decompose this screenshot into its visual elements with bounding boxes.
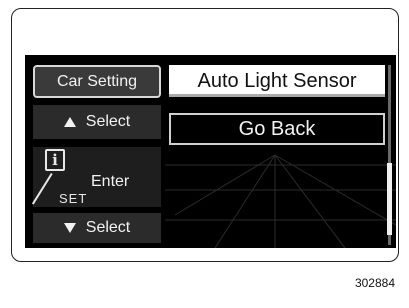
figure-code: 302884 <box>354 276 395 290</box>
select-down-button[interactable]: Select <box>33 213 161 243</box>
triangle-down-icon <box>63 223 76 233</box>
category-button[interactable]: Car Setting <box>33 65 161 98</box>
select-up-label: Select <box>85 113 131 130</box>
menu-item-auto-light-sensor[interactable]: Auto Light Sensor <box>169 65 385 97</box>
menu-item-go-back[interactable]: Go Back <box>169 113 385 145</box>
display-screen: Car Setting Select i SET Enter Select Au… <box>25 55 396 248</box>
scrollbar-thumb[interactable] <box>387 163 392 235</box>
slash-divider <box>31 173 53 205</box>
menu-item-label: Go Back <box>238 117 316 140</box>
select-up-button[interactable]: Select <box>33 105 161 139</box>
select-down-label: Select <box>85 219 131 236</box>
category-label: Car Setting <box>56 72 138 90</box>
enter-label: Enter <box>91 173 130 190</box>
menu-item-label: Auto Light Sensor <box>197 69 357 92</box>
triangle-up-icon <box>63 117 76 127</box>
info-icon: i <box>45 149 65 171</box>
set-label: SET <box>59 191 88 206</box>
enter-button[interactable]: i SET Enter <box>31 147 161 207</box>
